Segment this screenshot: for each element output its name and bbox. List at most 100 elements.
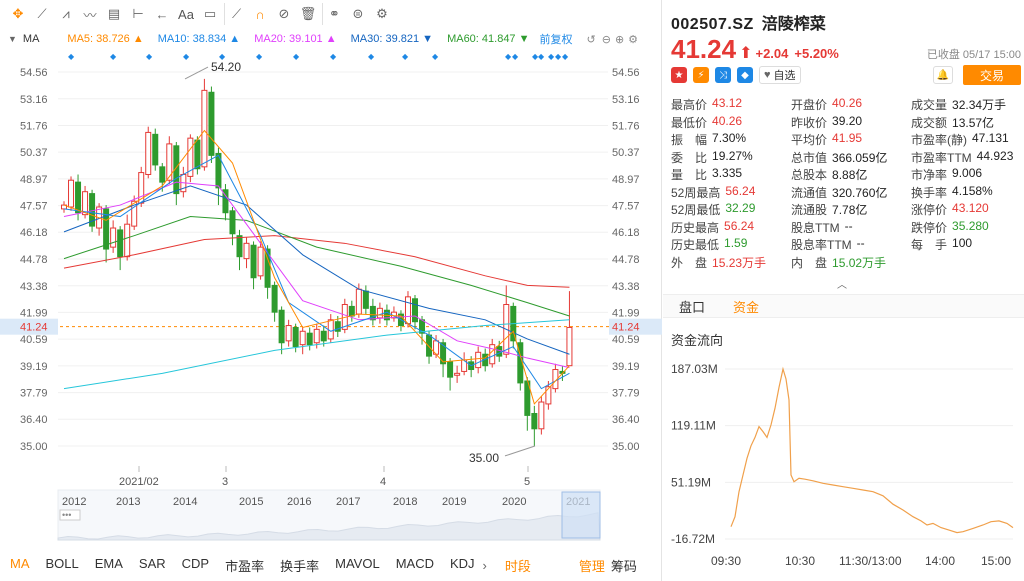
flow-y-label: 119.11M bbox=[671, 419, 716, 433]
candle-body bbox=[159, 166, 166, 183]
comment-icon[interactable]: ▭ bbox=[198, 3, 222, 25]
candle-body bbox=[278, 309, 285, 344]
kline-chart[interactable]: ◆ ◆ ◆ ◆ ◆ ◆ ◆ ◆ ◆ ◆ ◆ ◆ ◆ ◆ ◆ ◆ ◆ ◆54.56 54.5653.16 53.1651… bbox=[0, 48, 662, 553]
move-icon[interactable]: ✥ bbox=[6, 3, 30, 25]
line-tool-icon[interactable]: ⟋ bbox=[30, 3, 54, 25]
candle-body bbox=[447, 361, 454, 378]
tab-cdp[interactable]: CDP bbox=[182, 556, 209, 575]
tab-macd[interactable]: MACD bbox=[396, 556, 434, 575]
tab-period[interactable]: 时段 bbox=[505, 556, 531, 575]
stat-value: 47.131 bbox=[972, 131, 1009, 146]
stat-label: 每 手 bbox=[911, 238, 948, 253]
trade-button[interactable]: 交易 bbox=[963, 65, 1021, 85]
zoom-out-icon[interactable]: ⊖ bbox=[602, 33, 611, 46]
y-tick-label-right: 43.38 bbox=[612, 281, 640, 293]
tab-ma[interactable]: MA bbox=[10, 556, 30, 575]
chart-settings-icon[interactable]: ⚙ bbox=[628, 33, 638, 46]
year-label: 2014 bbox=[173, 496, 197, 508]
y-tick-label-left: 51.76 bbox=[20, 121, 48, 133]
candle-body bbox=[208, 91, 215, 156]
alert-bell-icon[interactable]: 🔔 bbox=[933, 66, 953, 84]
stats-row: 52周最低 32.29 流通股 7.78亿 涨停价 43.120 bbox=[671, 201, 1023, 219]
magnet-icon[interactable]: ∩ bbox=[248, 3, 272, 25]
stat-label: 市盈率TTM bbox=[911, 150, 972, 165]
kline-panel: ✥ ⟋ ⩘ 〰 ▤ ⊢ ← Aa ▭ ⟋ ∩ ⊘ 🗑 ⚭ ⊜ ⚙ ▼ MA MA… bbox=[0, 0, 662, 581]
stats-row: 历史最高 56.24 股息TTM -- 跌停价 35.280 bbox=[671, 219, 1023, 237]
tab-manage[interactable]: 管理 bbox=[579, 556, 605, 575]
overlay-icon[interactable]: ⊜ bbox=[346, 3, 370, 25]
ma-item-ma60: MA60: 41.847 ▼ bbox=[447, 33, 530, 45]
stat-value: 9.006 bbox=[952, 166, 983, 181]
candle-body bbox=[538, 401, 545, 430]
stat-label: 跌停价 bbox=[911, 220, 948, 235]
candle-body bbox=[531, 412, 538, 430]
y-tick-label-right: 47.57 bbox=[612, 201, 640, 213]
ma-item-ma10: MA10: 38.834 ▲ bbox=[157, 33, 241, 45]
tab-capital[interactable]: 资金 bbox=[733, 297, 759, 316]
y-tick-label-right: 48.97 bbox=[612, 174, 640, 186]
year-label: 2020 bbox=[502, 496, 526, 508]
stats-row: 外 盘 15.23万手 内 盘 15.02万手 bbox=[671, 254, 1023, 272]
flag-icon[interactable]: ★ bbox=[671, 67, 687, 83]
capital-flow-chart[interactable]: 187.03M 119.11M 51.19M -16.72M 09:30 10:30 11:… bbox=[663, 352, 1024, 577]
ma-label: MA bbox=[22, 33, 40, 45]
flow-y-label: 51.19M bbox=[671, 475, 711, 489]
event-marker: ◆ bbox=[293, 52, 300, 61]
rect-tool-icon[interactable]: ▤ bbox=[102, 3, 126, 25]
stat-value: 3.335 bbox=[712, 166, 743, 181]
stat-label: 市净率 bbox=[911, 168, 948, 183]
polyline-tool-icon[interactable]: ⩘ bbox=[54, 3, 78, 25]
tab-orderbook[interactable]: 盘口 bbox=[679, 297, 705, 316]
stat-value: 7.78亿 bbox=[832, 203, 868, 218]
event-marker: ◆ bbox=[368, 52, 375, 61]
adjust-toggle[interactable]: 前复权 bbox=[540, 31, 573, 47]
trash-icon[interactable]: 🗑 bbox=[296, 3, 320, 25]
reset-icon[interactable]: ↺ bbox=[587, 33, 596, 46]
shuffle-icon[interactable]: ⤨ bbox=[715, 67, 731, 83]
text-tool-button[interactable]: Aa bbox=[174, 3, 198, 25]
hide-icon[interactable]: ⊘ bbox=[272, 3, 296, 25]
y-tick-label-left: 40.59 bbox=[20, 334, 48, 346]
tab-sar[interactable]: SAR bbox=[139, 556, 166, 575]
range-tool-icon[interactable]: ⊢ bbox=[126, 3, 150, 25]
tab-换手率[interactable]: 换手率 bbox=[280, 556, 319, 575]
tab-boll[interactable]: BOLL bbox=[46, 556, 79, 575]
stat-label: 成交额 bbox=[911, 115, 948, 130]
stock-code: 002507.SZ bbox=[671, 16, 754, 33]
lightning-icon[interactable]: ⚡ bbox=[693, 67, 709, 83]
stat-cell: 每 手 100 bbox=[911, 236, 1023, 253]
arrow-tool-icon[interactable]: ← bbox=[150, 3, 174, 25]
stat-value: 44.923 bbox=[976, 148, 1014, 163]
ruler-icon[interactable]: ⟋ bbox=[224, 3, 248, 25]
zoom-in-icon[interactable]: ⊕ bbox=[615, 33, 624, 46]
stat-cell: 振 幅 7.30% bbox=[671, 131, 791, 148]
settings-icon[interactable]: ⚙ bbox=[370, 3, 394, 25]
y-tick-label-left: 53.16 bbox=[20, 94, 48, 106]
stat-cell: 52周最高 56.24 bbox=[671, 184, 791, 201]
current-price-label-left: 41.24 bbox=[20, 322, 48, 334]
trend-tool-icon[interactable]: 〰 bbox=[78, 3, 102, 25]
tab-mavol[interactable]: MAVOL bbox=[335, 556, 380, 575]
expand-caret-icon[interactable]: ︿ bbox=[837, 276, 847, 291]
collapse-icon[interactable]: ▼ bbox=[8, 34, 17, 44]
event-marker: ◆ bbox=[146, 52, 153, 61]
chevron-right-icon[interactable]: › bbox=[483, 558, 487, 573]
tab-kdj[interactable]: KDJ bbox=[450, 556, 475, 575]
tag-icon[interactable]: ◆ bbox=[737, 67, 753, 83]
ma-item-ma20: MA20: 39.101 ▲ bbox=[254, 33, 337, 45]
stat-value: 35.280 bbox=[952, 218, 989, 233]
year-label: 2016 bbox=[287, 496, 311, 508]
flow-y-label: -16.72M bbox=[671, 532, 715, 546]
compare-icon[interactable]: ⚭ bbox=[322, 3, 346, 25]
tab-ema[interactable]: EMA bbox=[95, 556, 123, 575]
candle-body bbox=[75, 181, 82, 214]
quote-panel: 002507.SZ 涪陵榨菜 41.24 ⬆ +2.04 +5.20% 已收盘 … bbox=[663, 0, 1024, 581]
price-change-pct: +5.20% bbox=[794, 46, 839, 61]
ma-line-ma120 bbox=[63, 235, 570, 288]
event-marker: ◆ bbox=[548, 52, 555, 61]
stat-label: 委 比 bbox=[671, 150, 708, 165]
add-watchlist-button[interactable]: ♥ 自选 bbox=[759, 66, 801, 84]
tab-市盈率[interactable]: 市盈率 bbox=[225, 556, 264, 575]
stat-cell: 昨收价 39.20 bbox=[791, 114, 911, 131]
tab-chips[interactable]: 筹码 bbox=[611, 556, 637, 575]
